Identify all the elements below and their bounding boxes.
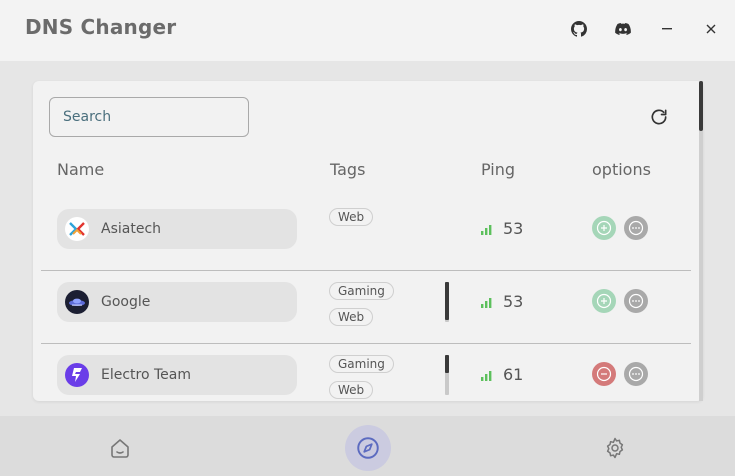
remove-dns-button[interactable] [592,362,616,386]
ping-cell: 53 [481,292,523,311]
refresh-icon[interactable] [647,105,671,129]
ping-cell: 61 [481,365,523,384]
more-options-button[interactable] [624,289,648,313]
compass-icon[interactable] [345,425,391,471]
title-bar: DNS Changer [0,0,735,61]
github-icon[interactable] [569,19,589,39]
more-options-button[interactable] [624,216,648,240]
ping-value: 53 [503,219,524,238]
discord-icon[interactable] [613,19,633,39]
list-scrollbar-thumb[interactable] [699,81,703,131]
signal-icon [481,224,492,235]
google-logo-icon [65,290,89,314]
server-name-label: Electro Team [101,367,192,383]
tag-badge: Gaming [329,355,394,373]
server-name-label: Asiatech [101,221,162,237]
server-name-asiatech[interactable]: Asiatech [57,209,297,249]
ping-value: 53 [503,292,524,311]
table-row: Google Gaming Web 53 [41,271,691,344]
signal-icon [481,370,492,381]
search-input[interactable] [49,97,249,137]
table-row: Electro Team Gaming Web 61 [41,344,691,401]
table-row: Asiatech Web 53 [41,198,691,271]
header-name: Name [57,160,105,179]
server-name-electro-team[interactable]: Electro Team [57,355,297,395]
add-dns-button[interactable] [592,216,616,240]
close-icon[interactable] [701,19,721,39]
ping-value: 61 [503,365,524,384]
ping-cell: 53 [481,219,523,238]
tag-badge: Web [329,208,374,226]
minimize-icon[interactable] [657,19,677,39]
server-name-label: Google [101,294,151,310]
more-options-button[interactable] [624,362,648,386]
home-icon[interactable] [97,425,143,471]
tags-scrollbar-thumb[interactable] [445,355,449,373]
electro-team-logo-icon [65,363,89,387]
settings-icon[interactable] [592,425,638,471]
bottom-navigation [0,416,735,476]
tag-badge: Web [329,381,374,399]
list-scrollbar[interactable] [699,81,703,401]
asiatech-logo-icon [65,217,89,241]
server-name-google[interactable]: Google [57,282,297,322]
app-title: DNS Changer [25,15,177,39]
dns-list-card: Name Tags Ping options Asiatech Web 53 [33,81,703,401]
tags-scrollbar-thumb[interactable] [445,282,449,320]
tags-scrollbar[interactable] [445,282,449,322]
header-tags: Tags [330,160,366,179]
tags-scrollbar[interactable] [445,355,449,395]
tag-badge: Gaming [329,282,394,300]
header-ping: Ping [481,160,516,179]
header-options: options [592,160,651,179]
signal-icon [481,297,492,308]
tag-badge: Web [329,308,374,326]
add-dns-button[interactable] [592,289,616,313]
